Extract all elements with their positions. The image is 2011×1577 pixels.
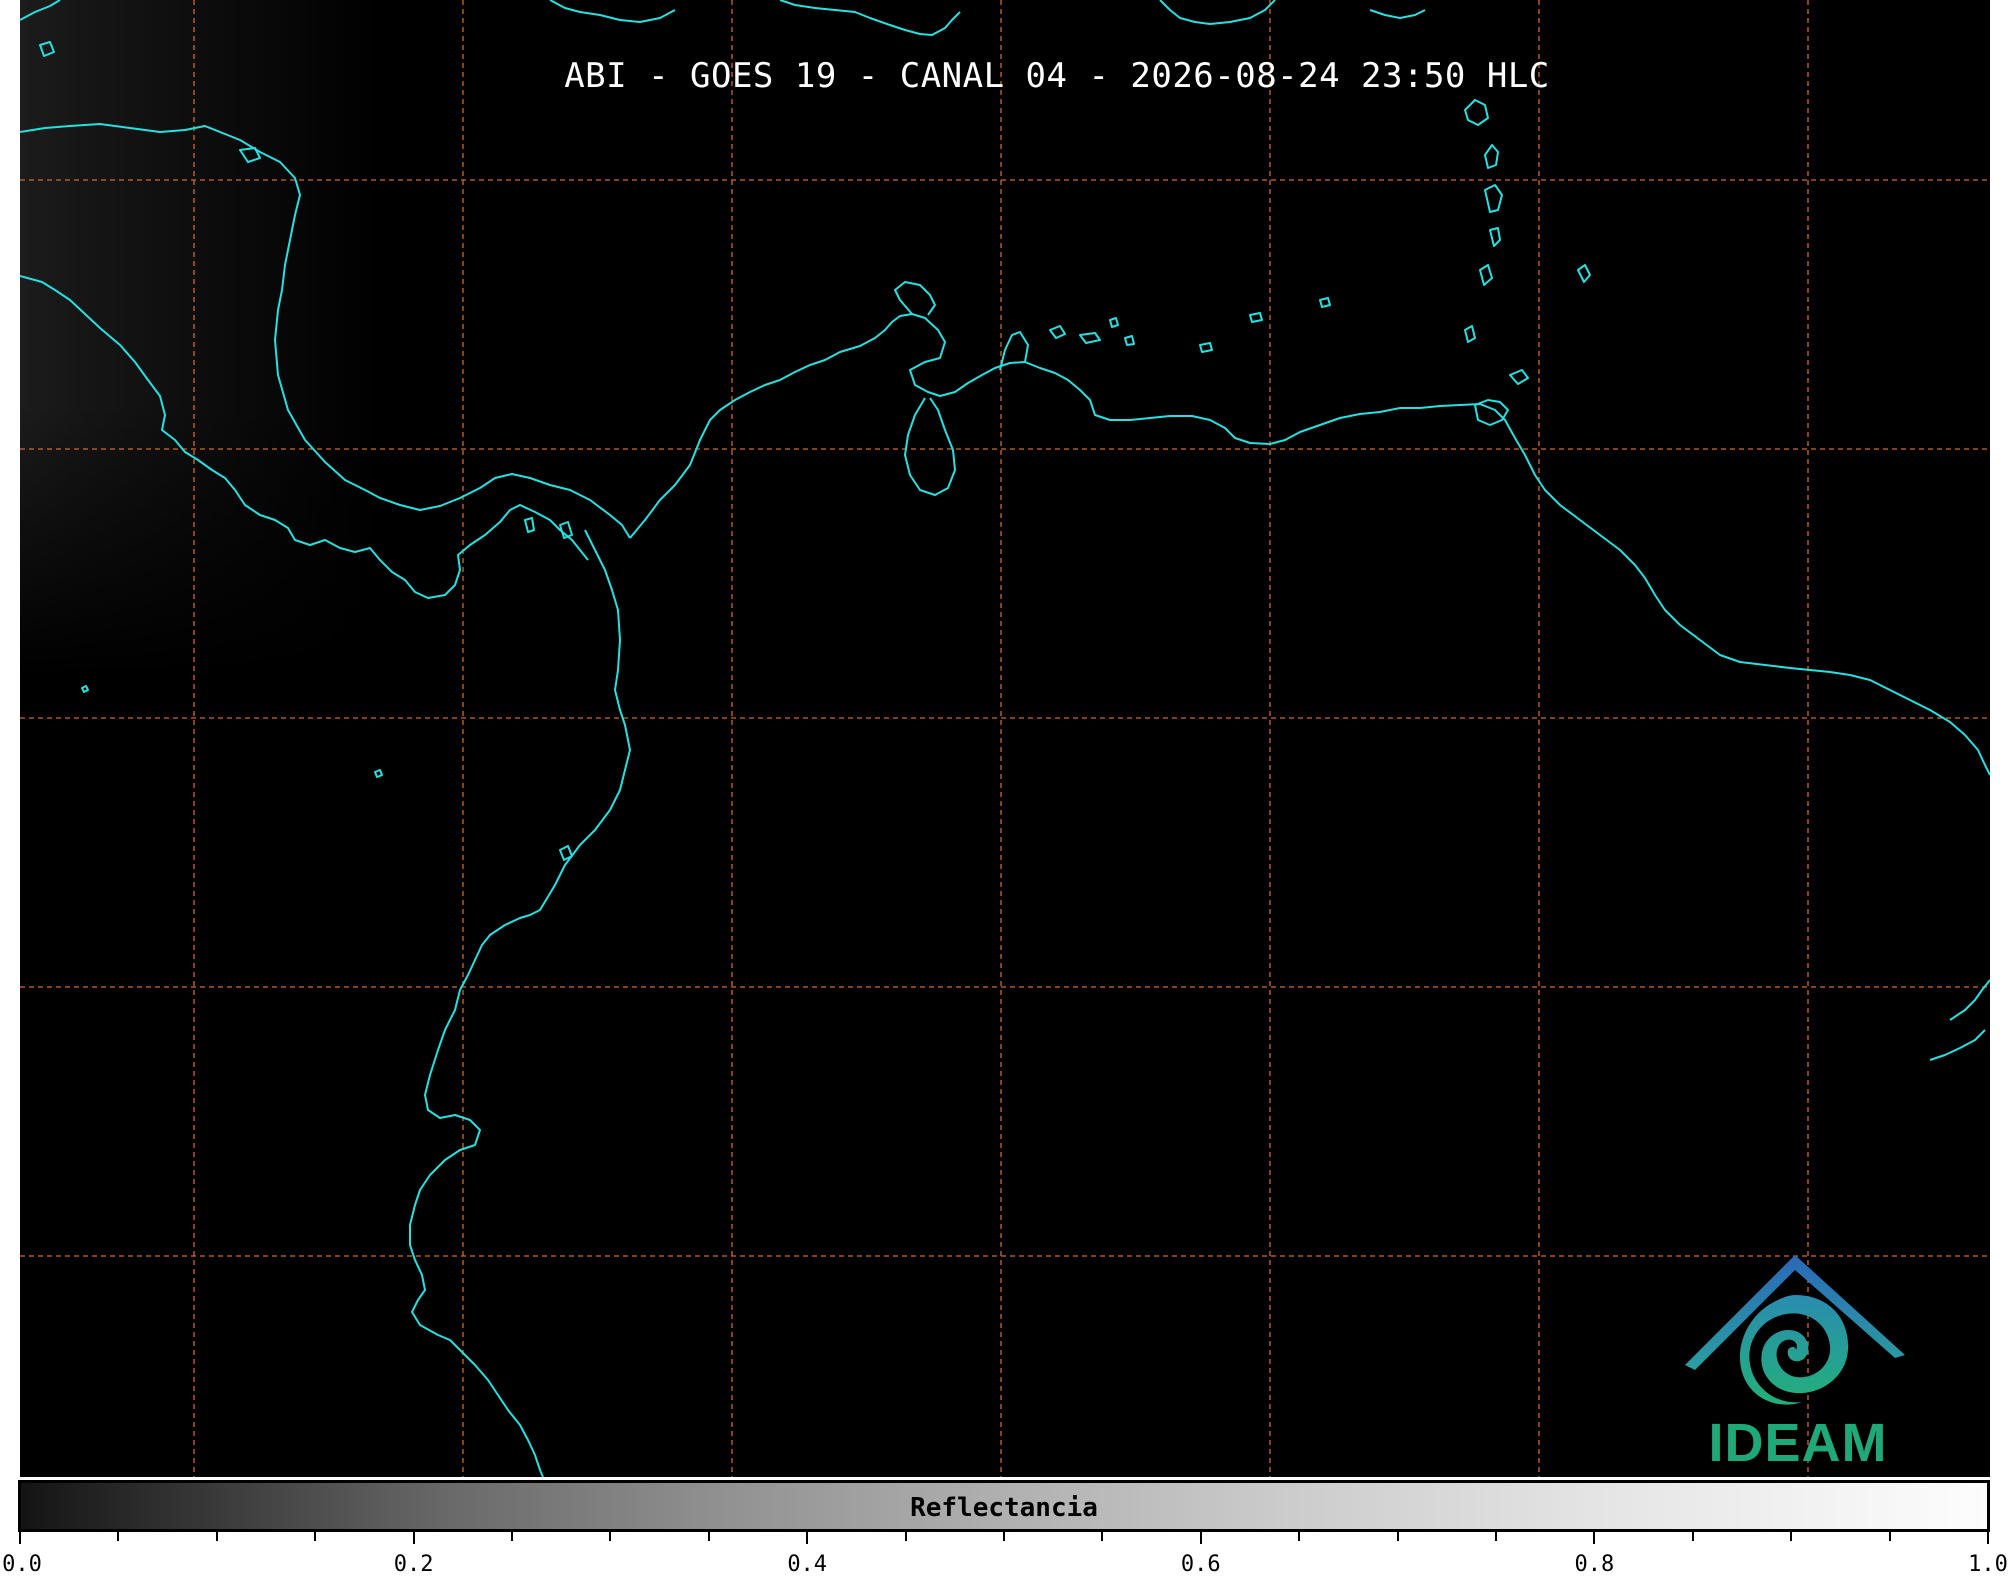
island-tobago (1509, 369, 1529, 385)
island-bonaire (1124, 335, 1135, 346)
island-puerto-rico (1369, 9, 1426, 19)
coastline-east (1949, 979, 1990, 1021)
colorbar-tick-label: 0.4 (787, 1552, 828, 1577)
colorbar-minor-tick (1888, 1532, 1891, 1541)
colorbar-minor-tick (1495, 1532, 1497, 1541)
colorbar-minor-tick (215, 1532, 218, 1541)
colorbar-minor-tick (117, 1532, 120, 1541)
colorbar-major-tick (19, 1532, 21, 1544)
colorbar-minor-tick (1003, 1532, 1005, 1541)
island-small-1 (1319, 297, 1331, 308)
island-grenada (1464, 325, 1476, 343)
colorbar-major-tick (1987, 1532, 1989, 1544)
satellite-map: ABI - GOES 19 - CANAL 04 - 2026-08-24 23… (20, 0, 1990, 1477)
colorbar-major-tick (1199, 1532, 1202, 1544)
colorbar-major-tick (1593, 1532, 1596, 1544)
colorbar-label: Reflectancia (910, 1493, 1098, 1523)
colorbar-minor-tick (1101, 1532, 1104, 1541)
island-curacao (1079, 332, 1101, 344)
colorbar-minor-tick (1298, 1532, 1301, 1541)
colorbar-tick-label: 0.6 (1180, 1552, 1221, 1577)
colorbar-minor-tick (904, 1532, 907, 1541)
island-guadeloupe (1464, 99, 1489, 126)
island-martinique (1484, 184, 1503, 213)
map-title: ABI - GOES 19 - CANAL 04 - 2026-08-24 23… (564, 56, 1550, 96)
island-small-4 (1109, 317, 1119, 328)
island-small-2 (1199, 342, 1213, 353)
colorbar-tick-label: 0.2 (393, 1552, 434, 1577)
coastline-east-2 (1929, 1029, 1986, 1061)
colorbar-minor-tick (707, 1532, 710, 1541)
island-aruba (1049, 325, 1066, 339)
colorbar-minor-tick (1396, 1532, 1399, 1541)
logo-text: IDEAM (1708, 1413, 1888, 1473)
ideam-logo: IDEAM (1680, 1250, 1910, 1475)
colorbar-major-tick (412, 1532, 415, 1544)
colorbar-tick-label: 0.0 (2, 1552, 42, 1577)
colorbar-minor-tick (1790, 1532, 1793, 1541)
colorbar-minor-tick (1691, 1532, 1694, 1541)
colorbar-tick-label: 0.8 (1574, 1552, 1615, 1577)
island-barbados (1577, 264, 1591, 283)
island-hispaniola (1159, 0, 1276, 25)
island-trinidad (1474, 399, 1509, 426)
colorbar-axis: 0.0 0.2 0.4 0.6 0.8 1.0 (0, 1532, 2011, 1577)
colorbar: Reflectancia (18, 1480, 1990, 1532)
logo-swirl (1739, 1295, 1849, 1405)
colorbar-minor-tick (314, 1532, 317, 1541)
colorbar-minor-tick (511, 1532, 513, 1541)
island-small-3 (1249, 312, 1263, 323)
island-st-lucia (1489, 227, 1501, 247)
colorbar-tick-label: 1.0 (1968, 1552, 2008, 1577)
island-dominica (1484, 144, 1499, 169)
colorbar-minor-tick (609, 1532, 612, 1541)
colorbar-major-tick (806, 1532, 809, 1544)
island-st-vincent (1479, 264, 1493, 286)
